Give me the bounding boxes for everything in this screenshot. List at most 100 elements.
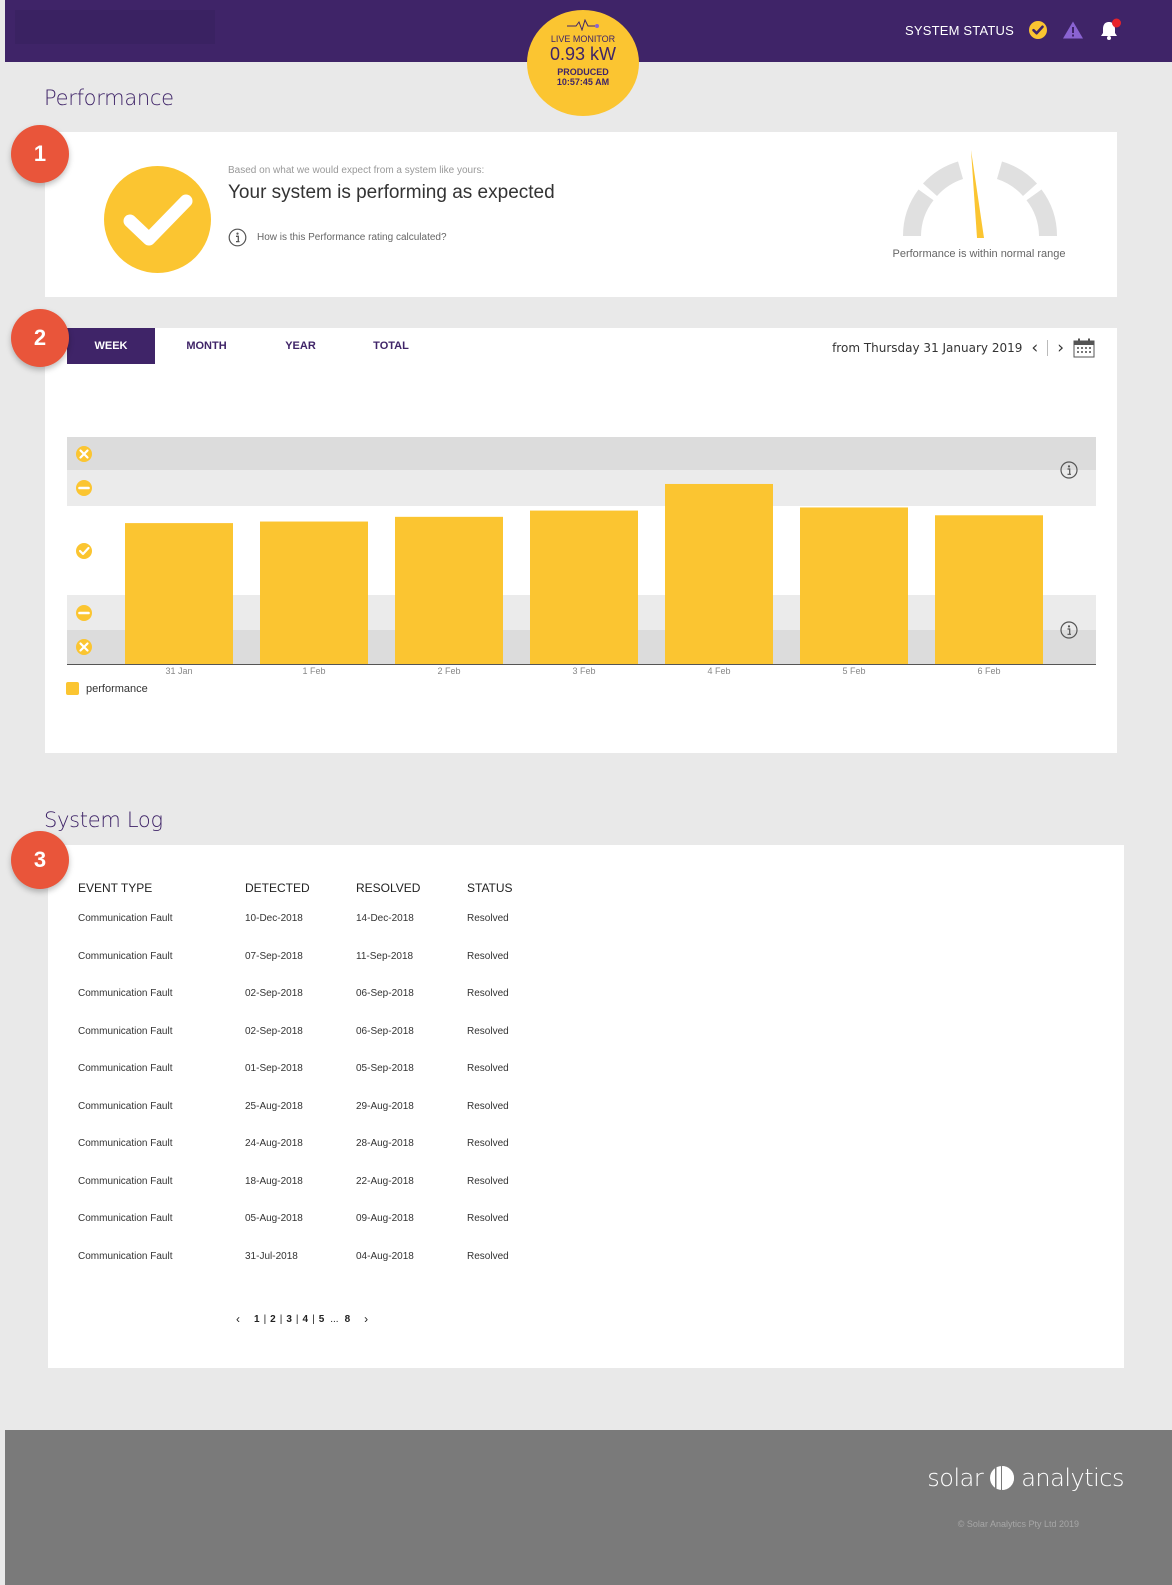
footer-logo-text-right: analytics xyxy=(1021,1464,1124,1492)
resolved-date-cell: 29-Aug-2018 xyxy=(356,1100,414,1112)
x-tick-label: 2 Feb xyxy=(437,666,460,676)
copyright-text: © Solar Analytics Pty Ltd 2019 xyxy=(957,1519,1079,1529)
performance-check-icon xyxy=(104,166,211,273)
resolved-date-cell: 09-Aug-2018 xyxy=(356,1213,414,1225)
event-type-cell: Communication Fault xyxy=(78,1213,173,1225)
performance-headline: Your system is performing as expected xyxy=(228,182,555,203)
chart-bar xyxy=(260,521,368,664)
performance-bar-chart: 31 Jan 1 Feb 2 Feb 3 Feb 4 Feb 5 Feb 6 Feb xyxy=(67,437,1096,676)
next-page-icon[interactable]: › xyxy=(354,1312,378,1326)
performance-chart-card: WEEK MONTH YEAR TOTAL from Thursday 31 J… xyxy=(45,328,1117,753)
brand-logo-area[interactable] xyxy=(15,10,215,44)
page-link-4[interactable]: 4 xyxy=(299,1314,313,1325)
warning-icon[interactable] xyxy=(1062,20,1084,40)
detected-date-cell: 10-Dec-2018 xyxy=(245,913,303,925)
table-row[interactable]: Communication Fault 01-Sep-2018 05-Sep-201… xyxy=(78,1050,567,1088)
detected-date-cell: 02-Sep-2018 xyxy=(245,988,303,1000)
resolved-date-cell: 05-Sep-2018 xyxy=(356,1063,414,1075)
page-link-2[interactable]: 2 xyxy=(266,1314,280,1325)
table-row[interactable]: Communication Fault 07-Sep-2018 11-Sep-201… xyxy=(78,938,567,976)
status-ok-icon[interactable] xyxy=(1028,20,1048,40)
detected-date-cell: 18-Aug-2018 xyxy=(245,1175,303,1187)
status-below-icon xyxy=(76,480,92,496)
system-log-section-title: System Log xyxy=(44,808,163,832)
resolved-date-cell: 06-Sep-2018 xyxy=(356,988,414,1000)
performance-rating-link[interactable]: How is this Performance rating calculate… xyxy=(228,228,447,247)
status-cell: Resolved xyxy=(467,1250,509,1262)
x-tick-label: 4 Feb xyxy=(707,666,730,676)
status-cell: Resolved xyxy=(467,1063,509,1075)
table-row[interactable]: Communication Fault 10-Dec-2018 14-Dec-201… xyxy=(78,900,567,938)
event-type-cell: Communication Fault xyxy=(78,988,173,1000)
table-row[interactable]: Communication Fault 25-Aug-2018 29-Aug-201… xyxy=(78,1088,567,1126)
system-log-table: EVENT TYPE DETECTED RESOLVED STATUS Comm… xyxy=(78,875,567,1275)
page-link-last[interactable]: 8 xyxy=(341,1314,355,1325)
status-cell: Resolved xyxy=(467,1175,509,1187)
notification-bell-icon[interactable] xyxy=(1098,18,1122,42)
chart-bar xyxy=(125,523,233,664)
table-row[interactable]: Communication Fault 24-Aug-2018 28-Aug-201… xyxy=(78,1125,567,1163)
system-log-card: EVENT TYPE DETECTED RESOLVED STATUS Comm… xyxy=(48,845,1124,1368)
live-power-value: 0.93 kW xyxy=(549,44,617,64)
legend-swatch xyxy=(66,682,79,695)
page-link-5[interactable]: 5 xyxy=(315,1314,329,1325)
event-type-cell: Communication Fault xyxy=(78,1250,173,1262)
detected-date-cell: 05-Aug-2018 xyxy=(245,1213,303,1225)
resolved-date-cell: 06-Sep-2018 xyxy=(356,1025,414,1037)
detected-date-cell: 24-Aug-2018 xyxy=(245,1138,303,1150)
performance-card: Based on what we would expect from a sys… xyxy=(45,132,1117,297)
x-tick-label: 5 Feb xyxy=(842,666,865,676)
produced-time: 10:57:45 AM xyxy=(556,77,610,87)
prev-page-icon[interactable]: ‹ xyxy=(226,1312,250,1326)
x-tick-label: 31 Jan xyxy=(165,666,192,676)
column-header-event-type[interactable]: EVENT TYPE xyxy=(78,875,245,900)
table-row[interactable]: Communication Fault 31-Jul-2018 04-Aug-201… xyxy=(78,1238,567,1276)
detected-date-cell: 01-Sep-2018 xyxy=(245,1063,303,1075)
status-poor-icon xyxy=(76,639,92,655)
event-type-cell: Communication Fault xyxy=(78,950,173,962)
footer-logo-text-left: solar xyxy=(927,1464,984,1492)
performance-section-title: Performance xyxy=(44,86,174,110)
column-header-resolved[interactable]: RESOLVED xyxy=(356,875,467,900)
chart-bar xyxy=(935,515,1043,664)
table-row[interactable]: Communication Fault 02-Sep-2018 06-Sep-201… xyxy=(78,975,567,1013)
event-type-cell: Communication Fault xyxy=(78,1175,173,1187)
x-tick-label: 1 Feb xyxy=(302,666,325,676)
table-row[interactable]: Communication Fault 05-Aug-2018 09-Aug-201… xyxy=(78,1200,567,1238)
legend-label: performance xyxy=(86,682,148,695)
column-header-detected[interactable]: DETECTED xyxy=(245,875,356,900)
live-monitor-widget[interactable]: LIVE MONITOR 0.93 kW PRODUCED 10:57:45 A… xyxy=(527,10,639,116)
footer-logo[interactable]: solar analytics xyxy=(927,1464,1124,1492)
resolved-date-cell: 04-Aug-2018 xyxy=(356,1250,414,1262)
gauge-caption: Performance is within normal range xyxy=(892,248,1066,260)
table-row[interactable]: Communication Fault 18-Aug-2018 22-Aug-201… xyxy=(78,1163,567,1201)
status-cell: Resolved xyxy=(467,1213,509,1225)
chart-bar xyxy=(530,510,638,664)
column-header-status[interactable]: STATUS xyxy=(467,875,567,900)
footer: solar analytics © Solar Analytics Pty Lt… xyxy=(5,1430,1172,1585)
pagination: ‹ 1 | 2 | 3 | 4 | 5 ... 8 › xyxy=(226,1312,378,1326)
status-below-icon xyxy=(76,605,92,621)
system-status-label: SYSTEM STATUS xyxy=(904,22,1014,38)
x-tick-label: 6 Feb xyxy=(977,666,1000,676)
page-link-3[interactable]: 3 xyxy=(282,1314,296,1325)
chart-legend: performance xyxy=(66,682,148,695)
performance-subtitle: Based on what we would expect from a sys… xyxy=(228,165,485,176)
step-badge-2: 2 xyxy=(11,309,69,367)
page-link-1[interactable]: 1 xyxy=(250,1314,264,1325)
resolved-date-cell: 14-Dec-2018 xyxy=(356,913,414,925)
resolved-date-cell: 22-Aug-2018 xyxy=(356,1175,414,1187)
status-cell: Resolved xyxy=(467,988,509,1000)
info-icon xyxy=(228,228,247,247)
detected-date-cell: 25-Aug-2018 xyxy=(245,1100,303,1112)
status-cell: Resolved xyxy=(467,913,509,925)
event-type-cell: Communication Fault xyxy=(78,913,173,925)
resolved-date-cell: 28-Aug-2018 xyxy=(356,1138,414,1150)
status-cell: Resolved xyxy=(467,1025,509,1037)
performance-rating-link-text: How is this Performance rating calculate… xyxy=(257,232,447,243)
band-poor-high xyxy=(67,437,1096,470)
solar-analytics-logo-icon xyxy=(989,1465,1015,1491)
table-row[interactable]: Communication Fault 02-Sep-2018 06-Sep-201… xyxy=(78,1013,567,1051)
x-tick-label: 3 Feb xyxy=(572,666,595,676)
performance-gauge xyxy=(895,148,1065,245)
